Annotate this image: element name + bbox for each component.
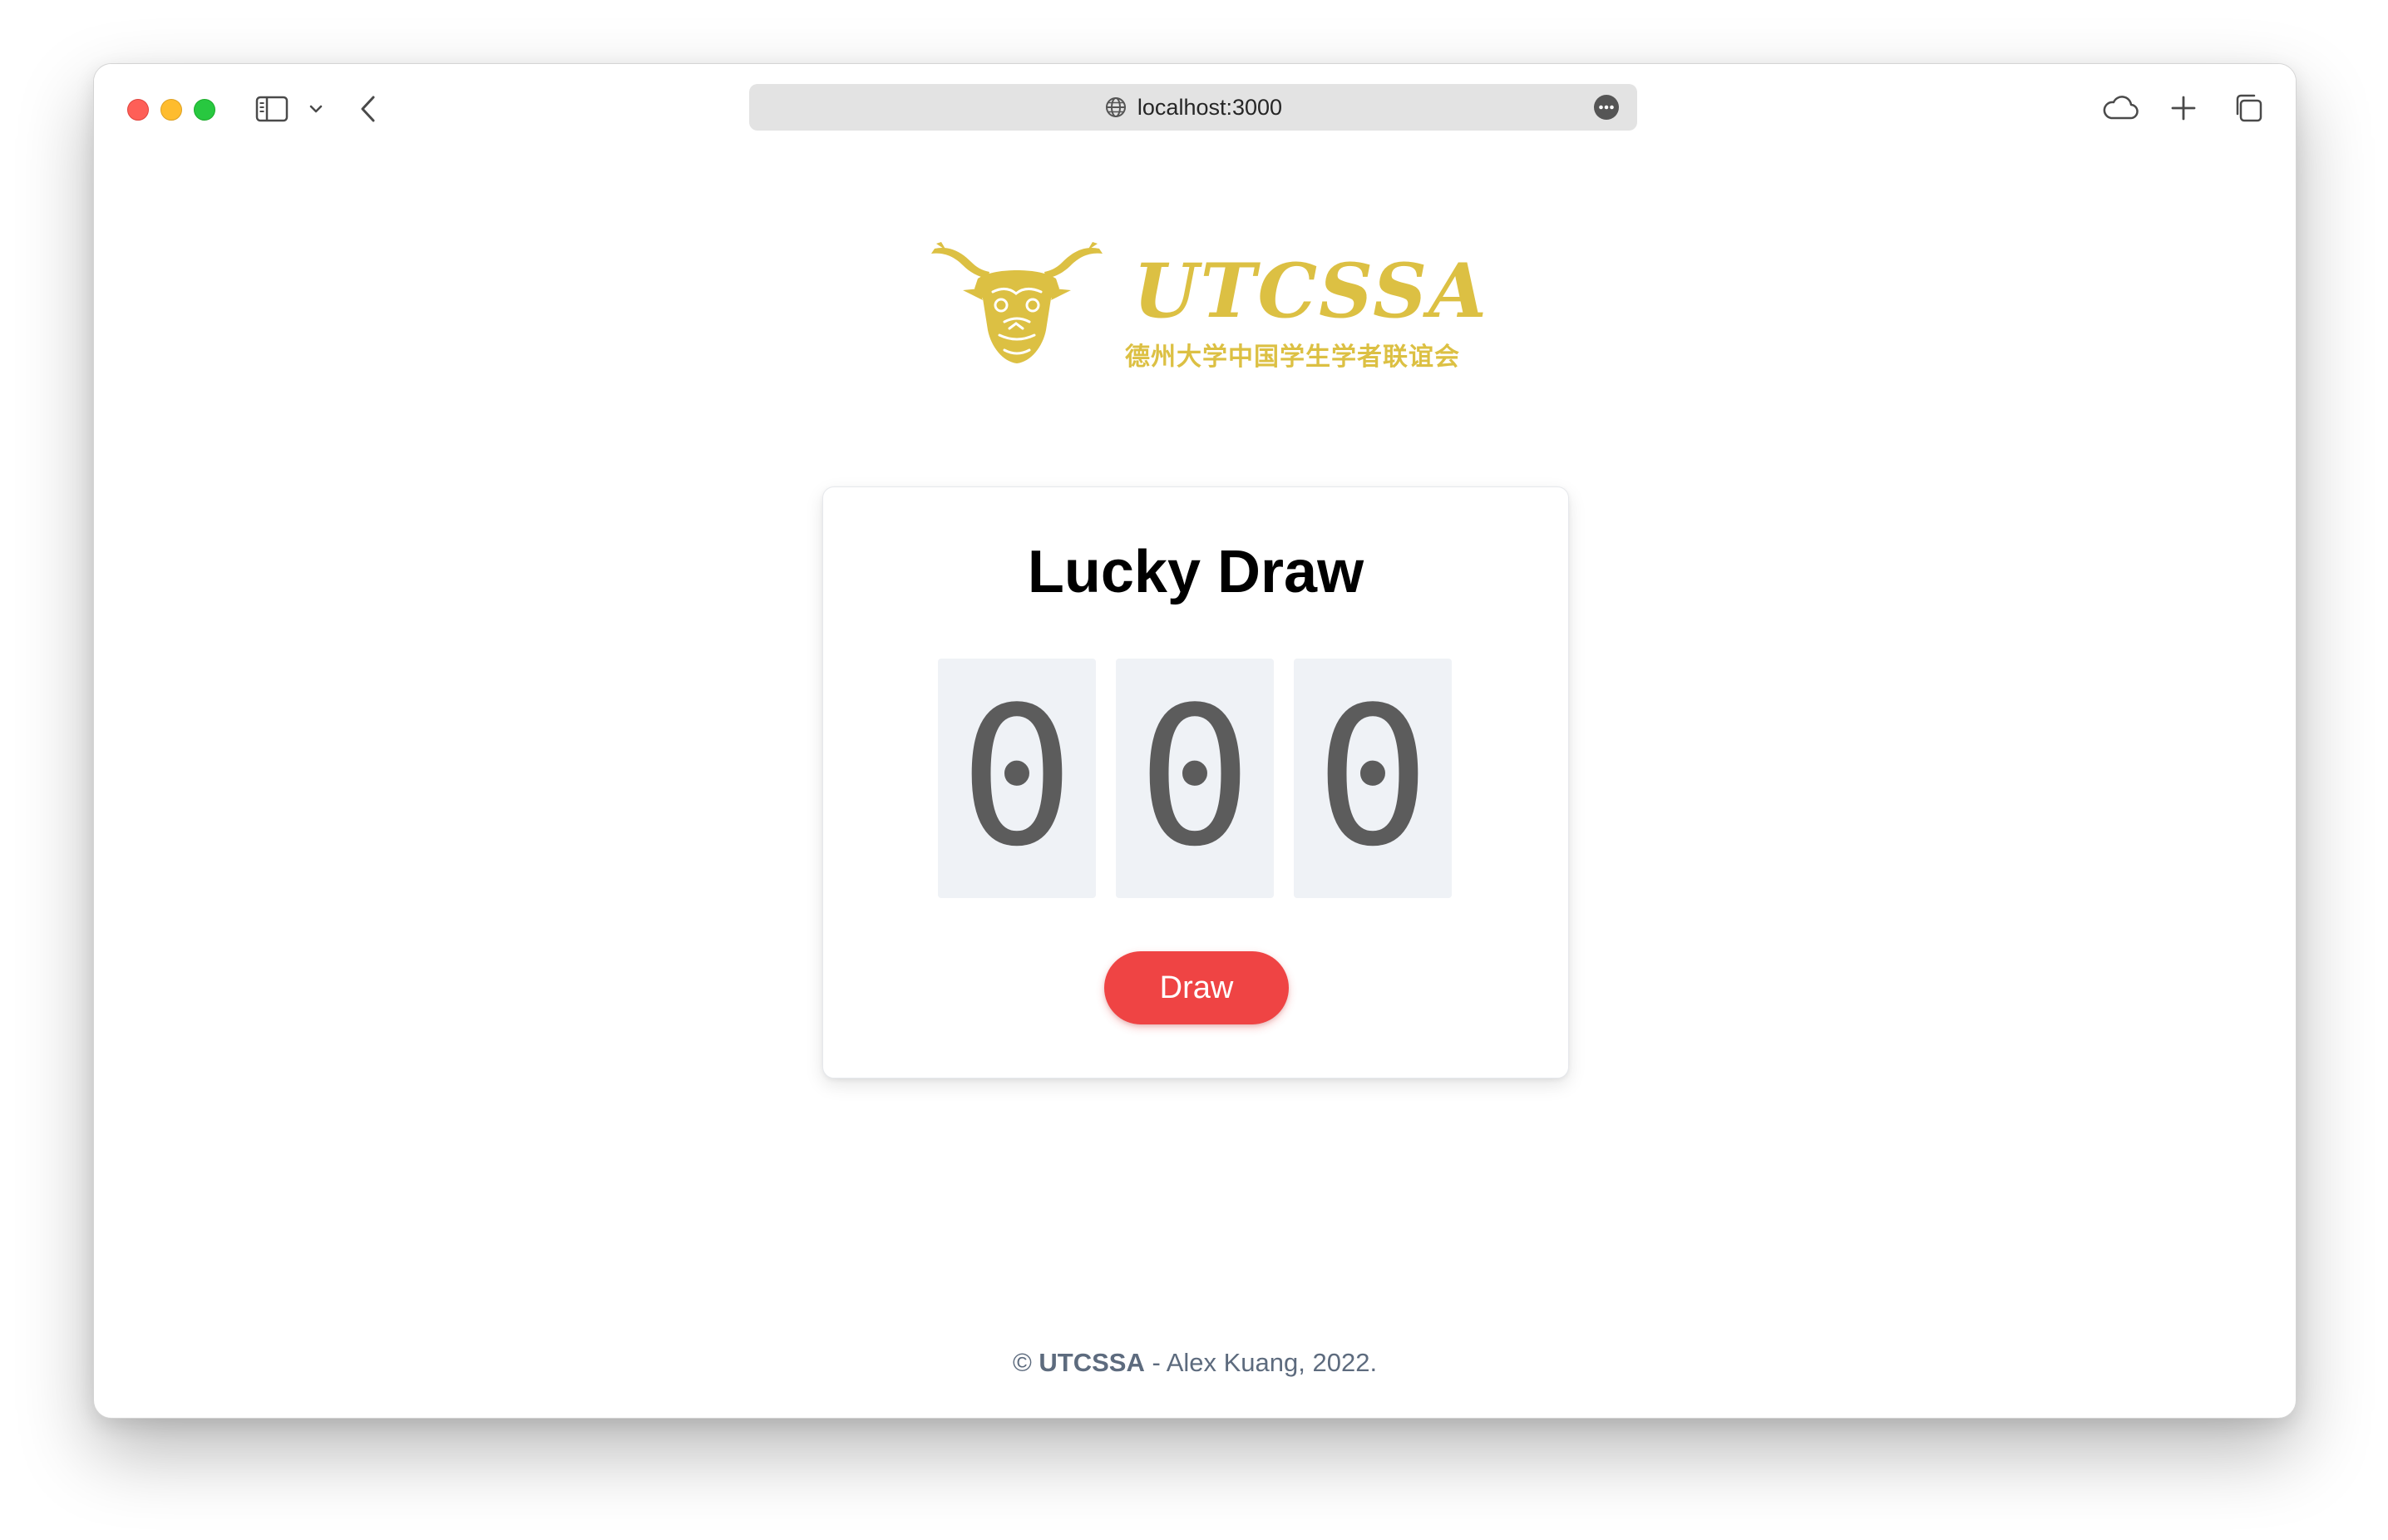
digit-slot-1: 0 [938, 659, 1096, 898]
globe-icon [1104, 96, 1127, 119]
desktop: localhost:3000 UTCSSA 德州大学中国学生学者联谊会 Luck… [0, 0, 2388, 1540]
lucky-draw-card: Lucky Draw 0 0 0 Draw [822, 486, 1569, 1078]
back-icon[interactable] [358, 94, 378, 124]
more-icon[interactable] [1594, 95, 1619, 120]
digit-display: 0 0 0 [938, 659, 1452, 898]
logo-text-english: UTCSSA [1133, 247, 1488, 335]
minimize-window-button[interactable] [160, 99, 182, 121]
card-title: Lucky Draw [1027, 539, 1364, 605]
browser-toolbar: localhost:3000 [94, 64, 2296, 149]
footer: © UTCSSA - Alex Kuang, 2022. [94, 1346, 2296, 1380]
url-text: localhost:3000 [1137, 95, 1283, 120]
footer-org: UTCSSA [1039, 1348, 1145, 1377]
digit-slot-3: 0 [1294, 659, 1452, 898]
digit-value: 0 [1137, 667, 1253, 889]
plus-icon[interactable] [2169, 94, 2198, 122]
tabs-icon[interactable] [2233, 92, 2264, 124]
chevron-down-icon[interactable] [308, 104, 323, 114]
bull-logo-icon [931, 242, 1103, 363]
zoom-window-button[interactable] [194, 99, 215, 121]
draw-button[interactable]: Draw [1104, 951, 1289, 1024]
address-bar-content: localhost:3000 [749, 84, 1637, 131]
utcssa-logo: UTCSSA 德州大学中国学生学者联谊会 [930, 239, 1487, 380]
digit-value: 0 [959, 667, 1075, 889]
close-window-button[interactable] [127, 99, 149, 121]
cloud-icon[interactable] [2101, 92, 2139, 126]
browser-window: localhost:3000 UTCSSA 德州大学中国学生学者联谊会 Luck… [93, 63, 2297, 1419]
address-bar[interactable]: localhost:3000 [749, 84, 1637, 131]
digit-value: 0 [1315, 667, 1431, 889]
footer-credit: - Alex Kuang, 2022. [1144, 1348, 1378, 1377]
logo-text-chinese: 德州大学中国学生学者联谊会 [1125, 343, 1460, 372]
copyright-symbol: © [1012, 1348, 1032, 1377]
sidebar-icon[interactable] [255, 96, 289, 122]
digit-slot-2: 0 [1116, 659, 1274, 898]
